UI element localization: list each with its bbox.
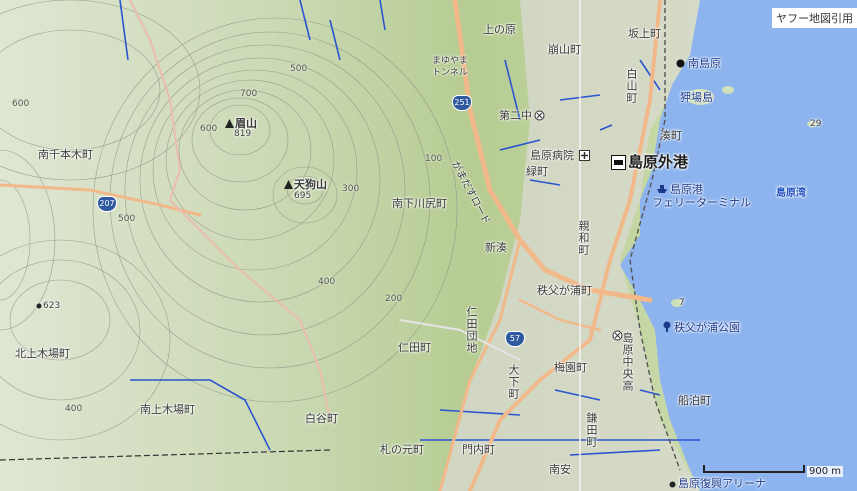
label-shiratani: 白谷町 bbox=[305, 412, 338, 425]
label-nita: 仁田町 bbox=[398, 341, 431, 354]
label-shinminato: 新湊 bbox=[485, 241, 507, 254]
peak-dot-icon bbox=[36, 303, 42, 309]
scale-bar-label: 900 m bbox=[806, 466, 843, 477]
contour-label: 400 bbox=[318, 277, 336, 287]
label-minamiyasu: 南安 bbox=[549, 463, 571, 476]
label-tengu-alt: 695 bbox=[294, 191, 312, 201]
label-shirayama: 白山町 bbox=[625, 68, 638, 104]
label-kamata: 鎌田町 bbox=[585, 412, 598, 448]
label-chichibugaura-park: 秩父が浦公園 bbox=[674, 321, 740, 334]
label-shimabara-port: 島原港 bbox=[670, 183, 703, 196]
hospital-icon bbox=[579, 150, 590, 161]
label-mayuyama-peak: 眉山 bbox=[235, 117, 257, 130]
contour-label: 500 bbox=[290, 64, 308, 74]
map-attribution[interactable]: ヤフー地図引用 bbox=[772, 8, 857, 28]
label-mayuyama-alt: 819 bbox=[234, 129, 252, 139]
park-icon bbox=[663, 321, 671, 332]
label-island-7: 7 bbox=[679, 298, 685, 308]
label-fukko-arena: 島原復興アリーナ bbox=[678, 477, 766, 490]
label-minamikamikiba: 南上木場町 bbox=[140, 403, 195, 416]
station-icon bbox=[676, 59, 685, 68]
topographic-map[interactable] bbox=[0, 0, 857, 491]
contour-label: 700 bbox=[240, 89, 258, 99]
label-minamisenbongi: 南千本木町 bbox=[38, 148, 93, 161]
label-peak-623: 623 bbox=[43, 301, 61, 311]
label-chichibugaura: 秩父が浦町 bbox=[537, 284, 592, 297]
label-tengu-peak: 天狗山 bbox=[294, 178, 327, 191]
label-ferry-terminal: フェリーターミナル bbox=[652, 196, 751, 209]
label-uenohara: 上の原 bbox=[483, 23, 516, 36]
label-island-29: 29 bbox=[810, 119, 822, 129]
label-shimabara-hospital: 島原病院 bbox=[530, 149, 574, 162]
label-tunnel-1: まゆやま bbox=[432, 56, 469, 66]
label-baien: 梅園町 bbox=[554, 361, 587, 374]
label-midori: 緑町 bbox=[526, 165, 548, 178]
label-monnai: 門内町 bbox=[462, 443, 495, 456]
island bbox=[722, 86, 734, 94]
label-island: 狎場島 bbox=[680, 91, 713, 104]
port-icon bbox=[611, 155, 626, 170]
label-minamishimokawajiri: 南下川尻町 bbox=[392, 197, 447, 210]
mountain-peak-icon bbox=[284, 180, 293, 189]
scale-bar-line bbox=[703, 465, 805, 473]
label-kuzureyama: 崩山町 bbox=[548, 43, 581, 56]
contour-label: 500 bbox=[118, 214, 136, 224]
contour-label: 100 bbox=[425, 154, 443, 164]
label-ohshimo: 大下町 bbox=[507, 364, 520, 400]
label-tunnel-2: トンネル bbox=[432, 68, 468, 78]
route-57-shield: 57 bbox=[505, 331, 525, 347]
label-shimabara-gaiko[interactable]: 島原外港 bbox=[628, 155, 688, 170]
school-icon bbox=[534, 110, 545, 121]
contour-label: 600 bbox=[200, 124, 218, 134]
school-icon bbox=[612, 330, 623, 341]
contour-label: 400 bbox=[65, 404, 83, 414]
label-fudanomoto: 札の元町 bbox=[380, 443, 424, 456]
contour-label: 300 bbox=[342, 184, 360, 194]
route-251-shield: 251 bbox=[452, 95, 472, 111]
label-shimabara-chuo: 島原中央高 bbox=[621, 332, 634, 392]
ferry-icon bbox=[657, 185, 667, 193]
label-shimabara-bay: 島原湾 bbox=[776, 188, 806, 199]
contour-label: 200 bbox=[385, 294, 403, 304]
mountain-peak-icon bbox=[225, 119, 234, 128]
label-daini-chu: 第二中 bbox=[499, 109, 532, 122]
label-nita-danchi: 仁田団地 bbox=[465, 306, 478, 354]
label-oyawa: 親和町 bbox=[577, 220, 590, 256]
label-kitakamikiba: 北上木場町 bbox=[15, 347, 70, 360]
label-minamishimabara-station: 南島原 bbox=[688, 57, 721, 70]
scale-bar: 900 m bbox=[703, 463, 843, 479]
contour-label: 600 bbox=[12, 99, 30, 109]
label-sakaue: 坂上町 bbox=[628, 27, 661, 40]
route-207-shield: 207 bbox=[97, 196, 117, 212]
label-funatomari: 船泊町 bbox=[678, 394, 711, 407]
arena-icon bbox=[669, 481, 676, 488]
label-minato: 湊町 bbox=[660, 129, 682, 142]
